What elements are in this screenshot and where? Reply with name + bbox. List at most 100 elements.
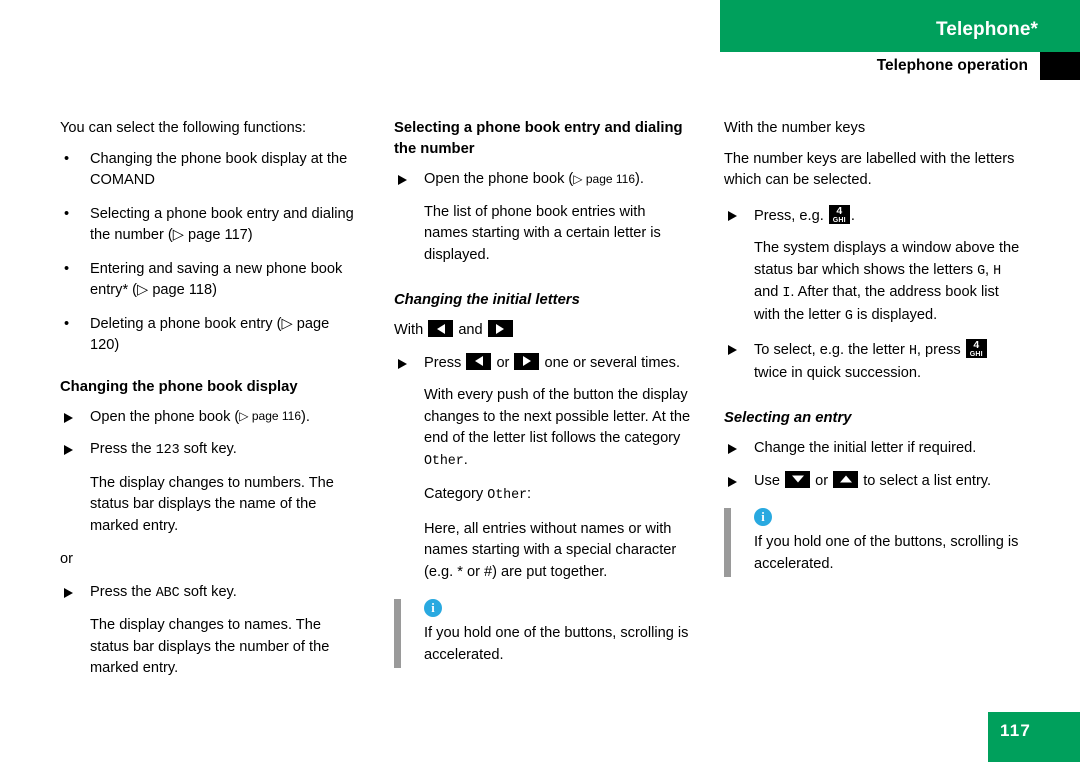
note-block: i If you hold one of the buttons, scroll… [394,599,692,668]
letter-token-g: G [977,263,985,279]
alternative-label: or [60,551,73,567]
use-label: Use [754,472,780,489]
step-result-text: With every push of the button the displa… [394,385,692,472]
step-item: Use or to select a list entry. [724,470,1022,493]
or-label: or [815,472,829,489]
step-result-text: The system displays a window above the s… [724,238,1022,327]
step-text-pre: To select, e.g. the letter [754,342,909,358]
list-item: • Deleting a phone book entry (▷ page 12… [60,314,358,357]
subsection-heading: Selecting a phone book entry and dialing… [394,120,683,157]
arrow-right-key-icon[interactable] [487,320,513,337]
result-text-post: . [463,451,468,468]
step-result-text: The list of phone book entries with name… [424,203,661,263]
list-item-label: Selecting a phone book entry and dialing… [90,205,354,244]
step-item: Open the phone book (▷ page 116). [394,169,692,191]
chapter-thumb-tab [1040,52,1080,80]
step-result-text: The display changes to numbers. The stat… [90,474,334,534]
arrow-left-key-icon[interactable] [466,352,492,370]
category-label-post: : [526,486,532,502]
step-item: Open the phone book (▷ page 116). [60,407,358,429]
info-icon: i [754,508,772,526]
soft-key-label-123: 123 [155,443,180,458]
soft-key-label-abc: ABC [155,585,180,601]
subsection-subheading: Changing the initial letters [394,292,580,308]
step-text-pre: Open the phone book ( [90,408,240,425]
step-text-mid: , press [916,342,965,358]
result-text-e: is displayed. [852,306,938,323]
list-item-label: Deleting a phone book entry (▷ page 120) [90,315,330,354]
right-text-column: With the number keys The number keys are… [724,118,1022,577]
category-label-row: Category Other: [394,484,692,507]
subsection-heading: Changing the phone book display [60,378,298,395]
key-legend-row: With and [394,320,692,342]
list-item: • Entering and saving a new phone book e… [60,259,358,302]
press-label: Press [424,354,462,371]
step-triangle-icon [64,445,73,455]
step-text-post: . [850,207,855,224]
result-text-b: , [985,261,994,278]
result-text-c: and [754,284,783,300]
number-key-digit: 4 [836,204,843,217]
step-triangle-icon [728,476,737,487]
intro-paragraph: You can select the following functions: [60,120,307,136]
middle-text-column: Selecting a phone book entry and dialing… [394,118,692,668]
intro-paragraph: The number keys are labelled with the le… [724,150,1015,189]
step-text-pre: Press the [90,583,156,600]
subsection-heading: With the number keys [724,120,866,136]
step-triangle-icon [398,175,407,185]
number-key-letters: GHI [969,351,983,358]
page-number: 117 [1000,721,1032,740]
category-token-other: Other [487,488,527,503]
subsection-subheading: Selecting an entry [724,410,852,426]
step-text-post: ). [301,408,310,425]
note-text: If you hold one of the buttons, scrollin… [754,534,1019,572]
letter-token-h: H [908,344,917,359]
step-text: Change the initial letter if required. [754,440,977,456]
page-reference: ▷ page 116 [239,409,302,423]
step-text-post: ). [635,171,644,187]
step-text-post: soft key. [179,583,237,600]
note-block: i If you hold one of the buttons, scroll… [724,508,1022,577]
step-text-post: twice in quick succession. [754,364,922,381]
step-text-pre: Open the phone book ( [424,171,574,187]
arrow-up-key-icon[interactable] [833,470,859,488]
letter-token-h: H [993,263,1002,279]
category-description: Here, all entries without names or with … [424,520,677,580]
note-accent-bar [394,599,401,668]
note-text: If you hold one of the buttons, scrollin… [424,625,689,663]
step-triangle-icon [64,412,73,423]
step-text-pre: Press the [90,441,156,457]
number-key-4-ghi-icon[interactable]: 4 GHI [965,339,987,358]
page-reference: ▷ page 116 [573,171,636,186]
step-item: To select, e.g. the letter H, press 4 GHI… [724,339,1022,384]
step-item: Press or one or several times. [394,352,692,375]
chapter-title: Telephone* [936,19,1038,40]
step-text-post: to select a list entry. [863,472,992,489]
section-title: Telephone operation [876,57,1028,74]
list-item-label: Changing the phone book display at the C… [90,150,348,189]
step-triangle-icon [728,345,737,355]
press-tail-label: one or several times. [544,354,681,371]
bullet-icon: • [64,150,70,167]
arrow-right-key-icon[interactable] [514,352,540,370]
step-text-pre: Press, e.g. [754,207,828,224]
and-label: and [458,322,483,338]
step-result-text: The display changes to names. The status… [90,617,330,676]
info-icon: i [424,599,442,617]
list-item-label: Entering and saving a new phone book ent… [90,260,343,299]
arrow-down-key-icon[interactable] [785,470,811,488]
number-key-letters: GHI [832,216,846,224]
step-text-post: soft key. [179,441,237,457]
or-label: or [496,354,510,371]
step-item: Press, e.g. 4 GHI. [724,204,1022,228]
with-label: With [394,322,424,338]
step-triangle-icon [398,358,407,369]
step-item: Press the 123 soft key. [60,439,358,462]
list-item: • Changing the phone book display at the… [60,149,358,192]
bullet-icon: • [64,315,70,332]
arrow-left-key-icon[interactable] [428,320,454,337]
list-item: • Selecting a phone book entry and diali… [60,204,358,247]
number-key-4-ghi-icon[interactable]: 4 GHI [828,204,850,224]
result-text-pre: With every push of the button the displa… [424,387,691,446]
letter-token-g: G [844,308,853,324]
